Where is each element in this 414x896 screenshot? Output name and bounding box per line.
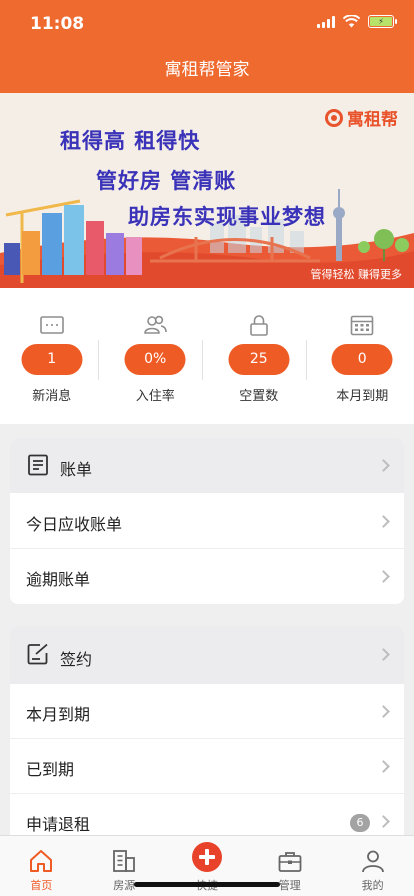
row-label: 今日应收账单 <box>26 515 123 534</box>
home-icon <box>30 850 53 872</box>
nav-bar: 寓租帮管家 <box>0 44 414 93</box>
status-time: 11:08 <box>30 14 85 34</box>
row-label: 已到期 <box>26 760 75 779</box>
contracts-header[interactable]: 签约 <box>10 626 404 684</box>
calendar-icon <box>350 315 374 336</box>
banner-subtitle: 管得轻松 赚得更多 <box>310 268 403 281</box>
contracts-title: 签约 <box>60 650 93 669</box>
tab-manage[interactable]: 管理 <box>248 836 331 896</box>
tab-quick-actions[interactable]: 快捷 <box>166 836 249 896</box>
lock-icon <box>249 315 268 336</box>
row-due-this-month[interactable]: 本月到期 <box>10 684 404 739</box>
contracts-card: 签约 本月到期 已到期 申请退租 6 <box>10 626 404 841</box>
tab-listings[interactable]: 房源 <box>83 836 166 896</box>
signal-icon <box>317 15 335 28</box>
stat-label: 新消息 <box>32 389 72 404</box>
logo-icon <box>325 108 343 127</box>
row-overdue-bills[interactable]: 逾期账单 <box>10 549 404 604</box>
stat-new-messages[interactable]: 1 新消息 <box>0 288 104 424</box>
stat-value: 0% <box>124 344 186 375</box>
user-icon <box>361 850 384 873</box>
page-title: 寓租帮管家 <box>164 60 250 80</box>
banner-slogan-3: 助房东实现事业梦想 <box>128 205 326 229</box>
stat-due-this-month[interactable]: 0 本月到期 <box>311 288 414 424</box>
banner-logo-text: 寓租帮 <box>347 110 398 130</box>
tab-label: 首页 <box>30 879 53 892</box>
battery-charging-icon: ⚡ <box>368 15 397 28</box>
tab-profile[interactable]: 我的 <box>331 836 414 896</box>
bills-card: 账单 今日应收账单 逾期账单 <box>10 438 404 604</box>
banner-slogan-1: 租得高 租得快 <box>60 129 201 153</box>
stat-label: 本月到期 <box>336 389 389 404</box>
home-indicator <box>134 882 280 887</box>
chevron-right-icon <box>377 760 390 773</box>
promo-banner[interactable]: 寓租帮 租得高 租得快 管好房 管清账 助房东实现事业梦想 管得轻松 赚得更多 <box>0 93 414 288</box>
chevron-right-icon <box>377 648 390 661</box>
row-expired[interactable]: 已到期 <box>10 739 404 794</box>
stat-value: 1 <box>21 344 83 375</box>
bills-title: 账单 <box>60 460 93 479</box>
stats-panel: 1 新消息 0% 入住率 25 空置数 0 本月到期 <box>0 288 414 424</box>
bill-icon <box>28 454 48 476</box>
status-bar: 11:08 ⚡ <box>0 0 414 44</box>
wifi-icon <box>343 15 360 28</box>
briefcase-icon <box>278 852 302 872</box>
tab-label: 我的 <box>361 879 384 892</box>
status-icons: ⚡ <box>317 15 397 28</box>
message-icon <box>39 316 64 334</box>
row-label: 逾期账单 <box>26 570 91 589</box>
chevron-right-icon <box>377 705 390 718</box>
count-badge: 6 <box>350 814 370 832</box>
divider <box>306 340 307 380</box>
chevron-right-icon <box>377 815 390 828</box>
sign-icon <box>27 643 48 665</box>
row-label: 本月到期 <box>26 705 91 724</box>
bills-header[interactable]: 账单 <box>10 438 404 493</box>
plus-icon <box>191 842 222 872</box>
stat-value: 0 <box>331 344 393 375</box>
building-icon <box>113 850 136 872</box>
tab-home[interactable]: 首页 <box>0 836 83 896</box>
row-label: 申请退租 <box>26 815 91 834</box>
stat-vacant[interactable]: 25 空置数 <box>207 288 311 424</box>
stat-label: 入住率 <box>135 389 175 404</box>
banner-logo: 寓租帮 <box>325 105 398 130</box>
banner-slogan-2: 管好房 管清账 <box>96 169 237 193</box>
stat-occupancy[interactable]: 0% 入住率 <box>104 288 208 424</box>
divider <box>98 340 99 380</box>
row-move-out-requests[interactable]: 申请退租 6 <box>10 794 404 841</box>
chevron-right-icon <box>377 515 390 528</box>
chevron-right-icon <box>377 570 390 583</box>
divider <box>202 340 203 380</box>
chevron-right-icon <box>377 459 390 472</box>
stat-value: 25 <box>228 344 290 375</box>
stat-label: 空置数 <box>239 389 279 404</box>
row-today-receivable[interactable]: 今日应收账单 <box>10 494 404 549</box>
users-icon <box>144 315 168 334</box>
